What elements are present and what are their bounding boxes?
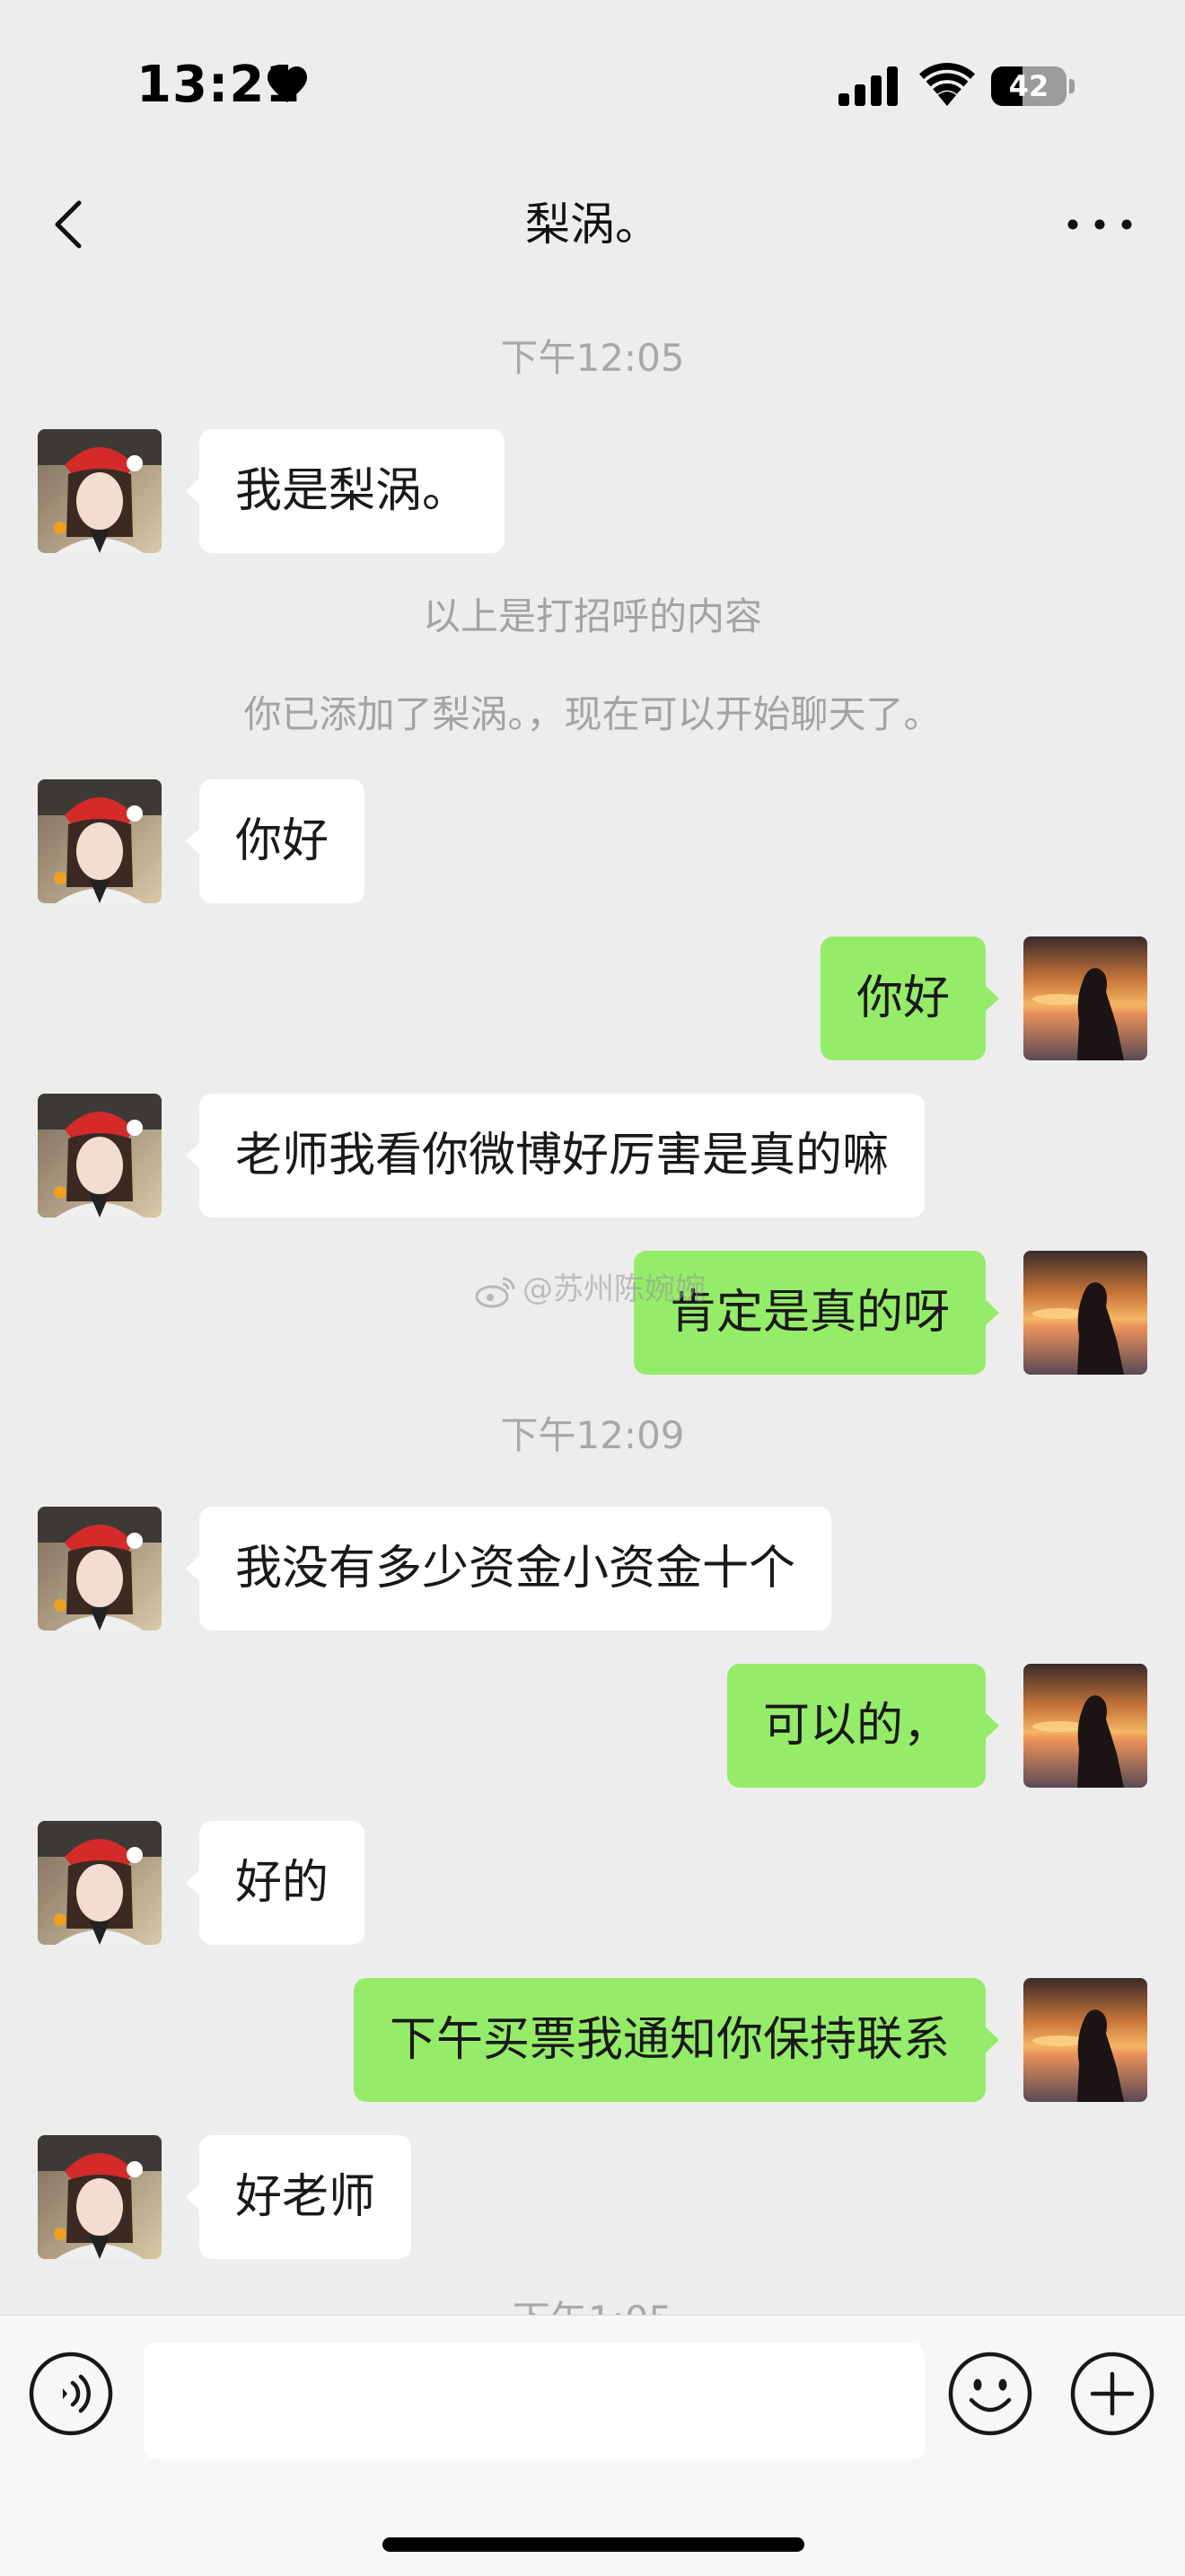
system-note: 以上是打招呼的内容 bbox=[422, 594, 762, 638]
battery-cap bbox=[1069, 79, 1075, 93]
wifi-icon bbox=[919, 63, 975, 106]
my-avatar[interactable] bbox=[1023, 1664, 1147, 1788]
message-bubble-incoming[interactable]: 我是梨涡。 bbox=[185, 429, 505, 553]
battery-body: 42 bbox=[991, 66, 1066, 106]
message-bubble-outgoing[interactable]: 下午买票我通知你保持联系 bbox=[353, 1978, 1000, 2102]
contact-avatar[interactable] bbox=[38, 1094, 162, 1218]
contact-avatar[interactable] bbox=[38, 1821, 162, 1945]
my-avatar[interactable] bbox=[1023, 936, 1147, 1060]
voice-button[interactable] bbox=[27, 2350, 115, 2438]
battery-level: 42 bbox=[1008, 69, 1049, 103]
message-bubble-incoming[interactable]: 你好 bbox=[185, 779, 365, 903]
message-bubble-incoming[interactable]: 好老师 bbox=[185, 2135, 412, 2259]
contact-avatar[interactable] bbox=[38, 1507, 162, 1631]
my-avatar[interactable] bbox=[1023, 1251, 1147, 1375]
more-dots-icon bbox=[1067, 219, 1132, 230]
message-bubble-outgoing[interactable]: 你好 bbox=[820, 936, 1000, 1060]
weibo-icon bbox=[475, 1277, 515, 1307]
emoji-icon bbox=[948, 2352, 1032, 2436]
message-bubble-incoming[interactable]: 好的 bbox=[185, 1821, 365, 1945]
plus-icon bbox=[1070, 2352, 1154, 2436]
status-bar: 13:21 42 bbox=[0, 0, 1185, 171]
home-indicator[interactable] bbox=[382, 2537, 804, 2552]
contact-avatar[interactable] bbox=[38, 779, 162, 903]
message-timestamp: 下午1:05 bbox=[0, 2290, 1185, 2315]
plus-button[interactable] bbox=[1068, 2350, 1156, 2438]
voice-icon bbox=[29, 2352, 113, 2436]
my-avatar[interactable] bbox=[1023, 1978, 1147, 2102]
back-button[interactable] bbox=[36, 189, 108, 260]
signal-icon bbox=[838, 66, 898, 106]
more-button[interactable] bbox=[1059, 198, 1140, 251]
battery-indicator: 42 bbox=[991, 66, 1075, 106]
chevron-left-icon bbox=[55, 200, 82, 249]
emoji-button[interactable] bbox=[946, 2350, 1034, 2438]
nav-bar: 梨涡。 bbox=[0, 171, 1185, 278]
chat-area[interactable]: 下午12:05 我是梨涡。 以上是打招呼的内容 你已添加了梨涡。，现在可以开始聊… bbox=[0, 278, 1185, 2315]
chat-title: 梨涡。 bbox=[525, 198, 660, 251]
message-timestamp: 下午12:09 bbox=[500, 1413, 685, 1457]
message-timestamp: 下午12:05 bbox=[500, 336, 685, 380]
contact-avatar[interactable] bbox=[38, 429, 162, 553]
message-bubble-incoming[interactable]: 我没有多少资金小资金十个 bbox=[185, 1507, 832, 1631]
contact-avatar[interactable] bbox=[38, 2135, 162, 2259]
message-input[interactable] bbox=[144, 2343, 925, 2459]
watermark-text: @苏州陈婉婉 bbox=[522, 1271, 706, 1307]
message-bubble-outgoing[interactable]: 可以的， bbox=[726, 1664, 1000, 1788]
weibo-watermark: @苏州陈婉婉 bbox=[474, 1262, 706, 1316]
heart-icon bbox=[268, 66, 307, 102]
system-note: 你已添加了梨涡。，现在可以开始聊天了。 bbox=[243, 692, 942, 736]
message-bubble-incoming[interactable]: 老师我看你微博好厉害是真的嘛 bbox=[185, 1094, 926, 1218]
